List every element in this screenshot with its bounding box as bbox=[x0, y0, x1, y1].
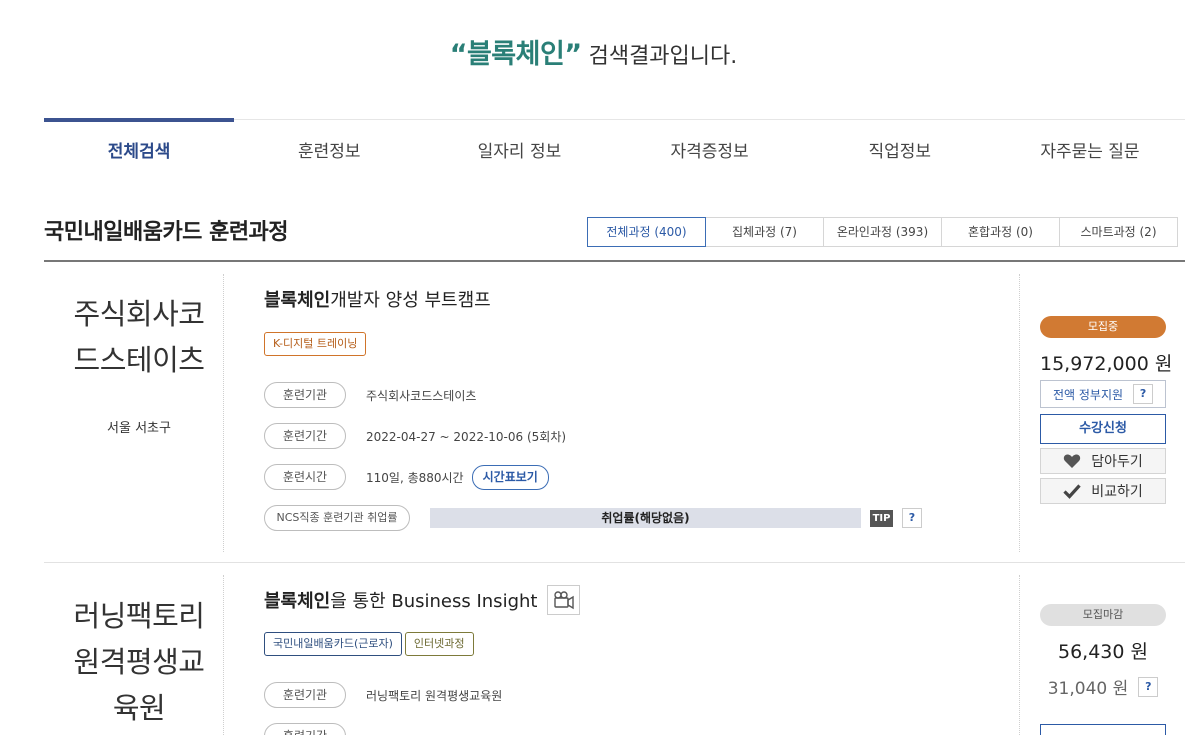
info-row-period: 훈련기간 2022-04-27 ~ 2022-10-06 (5회차) bbox=[264, 423, 566, 449]
apply-button[interactable]: 수강신청 bbox=[1040, 414, 1166, 444]
status-badge: 모집중 bbox=[1040, 316, 1166, 338]
course-title-text[interactable]: 을 통한 Business Insight bbox=[330, 587, 537, 613]
badge-internet-course: 인터넷과정 bbox=[404, 632, 474, 656]
tab-occupation-info[interactable]: 직업정보 bbox=[805, 120, 995, 175]
search-result-heading: “블록체인” 검색결과입니다. bbox=[0, 32, 1187, 71]
label-period: 훈련기간 bbox=[264, 423, 346, 449]
section-divider bbox=[44, 260, 1185, 262]
label-employment-rate: NCS직종 훈련기관 취업률 bbox=[264, 505, 410, 531]
course-badges: K-디지털 트레이닝 bbox=[264, 332, 369, 356]
help-icon[interactable]: ? bbox=[902, 508, 922, 528]
help-icon[interactable]: ? bbox=[1133, 384, 1154, 404]
search-keyword: “블록체인” bbox=[449, 39, 582, 70]
course-title[interactable]: 블록체인 개발자 양성 부트캠프 bbox=[264, 286, 491, 312]
badge-card-worker: 국민내일배움카드(근로자) bbox=[264, 632, 402, 656]
gov-support-label: 전액 정부지원 bbox=[1052, 387, 1124, 402]
course-title[interactable]: 블록체인 을 통한 Business Insight bbox=[264, 585, 581, 615]
self-pay-price-row: 31,040 원 ? bbox=[1040, 674, 1166, 699]
heart-icon bbox=[1064, 454, 1081, 468]
self-pay-price: 31,040 원 bbox=[1047, 679, 1129, 699]
info-row-institution: 훈련기관 주식회사코드스테이츠 bbox=[264, 382, 476, 408]
section-title: 국민내일배움카드 훈련과정 bbox=[44, 220, 289, 245]
check-icon bbox=[1063, 484, 1081, 499]
help-icon[interactable]: ? bbox=[1138, 676, 1159, 697]
institution-name-line[interactable]: 주식회사코 bbox=[44, 291, 234, 337]
course-type-filters: 전체과정 (400) 집체과정 (7) 온라인과정 (393) 혼합과정 (0)… bbox=[587, 217, 1178, 247]
course-price: 56,430 원 bbox=[1057, 641, 1148, 663]
filter-smart-courses[interactable]: 스마트과정 (2) bbox=[1059, 217, 1178, 247]
tab-all-search[interactable]: 전체검색 bbox=[44, 118, 235, 175]
label-hours: 훈련시간 bbox=[264, 464, 346, 490]
institution-name-line[interactable]: 드스테이츠 bbox=[44, 337, 234, 383]
compare-button[interactable]: 비교하기 bbox=[1040, 478, 1166, 504]
column-divider bbox=[1019, 274, 1020, 552]
info-row-institution: 훈련기관 러닝팩토리 원격평생교육원 bbox=[264, 682, 502, 708]
course-action-panel: 모집마감 56,430 원 31,040 원 ? bbox=[1040, 604, 1166, 735]
tab-faq[interactable]: 자주묻는 질문 bbox=[995, 120, 1185, 175]
institution-name-line[interactable]: 러닝팩토리 bbox=[44, 593, 234, 639]
institution-block: 주식회사코 드스테이츠 서울 서초구 bbox=[44, 291, 234, 436]
value-institution: 주식회사코드스테이츠 bbox=[366, 388, 477, 403]
wishlist-button[interactable]: 담아두기 bbox=[1040, 448, 1166, 474]
course-action-panel: 모집중 15,972,000 원 전액 정부지원 ? 수강신청 담아두기 비교하… bbox=[1040, 316, 1173, 504]
filter-online-courses[interactable]: 온라인과정 (393) bbox=[823, 217, 942, 247]
value-period: 2022-04-27 ~ 2022-10-06 (5회차) bbox=[366, 429, 567, 444]
course-divider bbox=[44, 562, 1185, 563]
course-title-keyword[interactable]: 블록체인 bbox=[264, 286, 330, 312]
search-category-tabs: 전체검색 훈련정보 일자리 정보 자격증정보 직업정보 자주묻는 질문 bbox=[44, 118, 1185, 175]
label-period: 훈련기간 bbox=[264, 723, 346, 735]
status-badge: 모집마감 bbox=[1040, 604, 1166, 626]
institution-name-line[interactable]: 원격평생교 bbox=[44, 639, 234, 685]
info-row-period: 훈련기간 bbox=[264, 723, 346, 735]
column-divider bbox=[223, 575, 224, 735]
course-badges: 국민내일배움카드(근로자) 인터넷과정 bbox=[264, 632, 477, 656]
filter-all-courses[interactable]: 전체과정 (400) bbox=[587, 217, 706, 247]
course-title-keyword[interactable]: 블록체인 bbox=[264, 587, 330, 613]
badge-k-digital: K-디지털 트레이닝 bbox=[264, 332, 367, 356]
label-institution: 훈련기관 bbox=[264, 382, 346, 408]
institution-location: 서울 서초구 bbox=[107, 421, 171, 436]
course-price: 15,972,000 원 bbox=[1040, 353, 1173, 375]
gov-support-box: 전액 정부지원 ? bbox=[1040, 380, 1166, 408]
info-row-employment-rate: NCS직종 훈련기관 취업률 취업률(해당없음) TIP ? bbox=[264, 505, 922, 531]
info-row-hours: 훈련시간 110일, 총880시간 시간표보기 bbox=[264, 464, 549, 490]
column-divider bbox=[1019, 575, 1020, 735]
value-hours: 110일, 총880시간 bbox=[366, 470, 464, 485]
institution-block: 러닝팩토리 원격평생교 육원 bbox=[44, 593, 234, 731]
apply-button[interactable] bbox=[1040, 724, 1166, 735]
tab-certificate-info[interactable]: 자격증정보 bbox=[615, 120, 805, 175]
tab-job-info[interactable]: 일자리 정보 bbox=[424, 120, 614, 175]
employment-rate-bar: 취업률(해당없음) bbox=[430, 508, 861, 528]
wishlist-label: 담아두기 bbox=[1091, 454, 1143, 470]
search-result-suffix: 검색결과입니다. bbox=[581, 44, 738, 69]
filter-blended-courses[interactable]: 혼합과정 (0) bbox=[941, 217, 1060, 247]
video-camera-icon bbox=[547, 585, 581, 615]
tab-training-info[interactable]: 훈련정보 bbox=[234, 120, 424, 175]
label-institution: 훈련기관 bbox=[264, 682, 346, 708]
filter-classroom-courses[interactable]: 집체과정 (7) bbox=[705, 217, 824, 247]
view-schedule-button[interactable]: 시간표보기 bbox=[471, 464, 549, 490]
value-institution: 러닝팩토리 원격평생교육원 bbox=[366, 688, 503, 703]
course-title-text[interactable]: 개발자 양성 부트캠프 bbox=[330, 286, 490, 312]
column-divider bbox=[223, 274, 224, 552]
tip-label[interactable]: TIP bbox=[870, 509, 893, 527]
compare-label: 비교하기 bbox=[1091, 484, 1143, 500]
institution-name-line[interactable]: 육원 bbox=[44, 685, 234, 731]
